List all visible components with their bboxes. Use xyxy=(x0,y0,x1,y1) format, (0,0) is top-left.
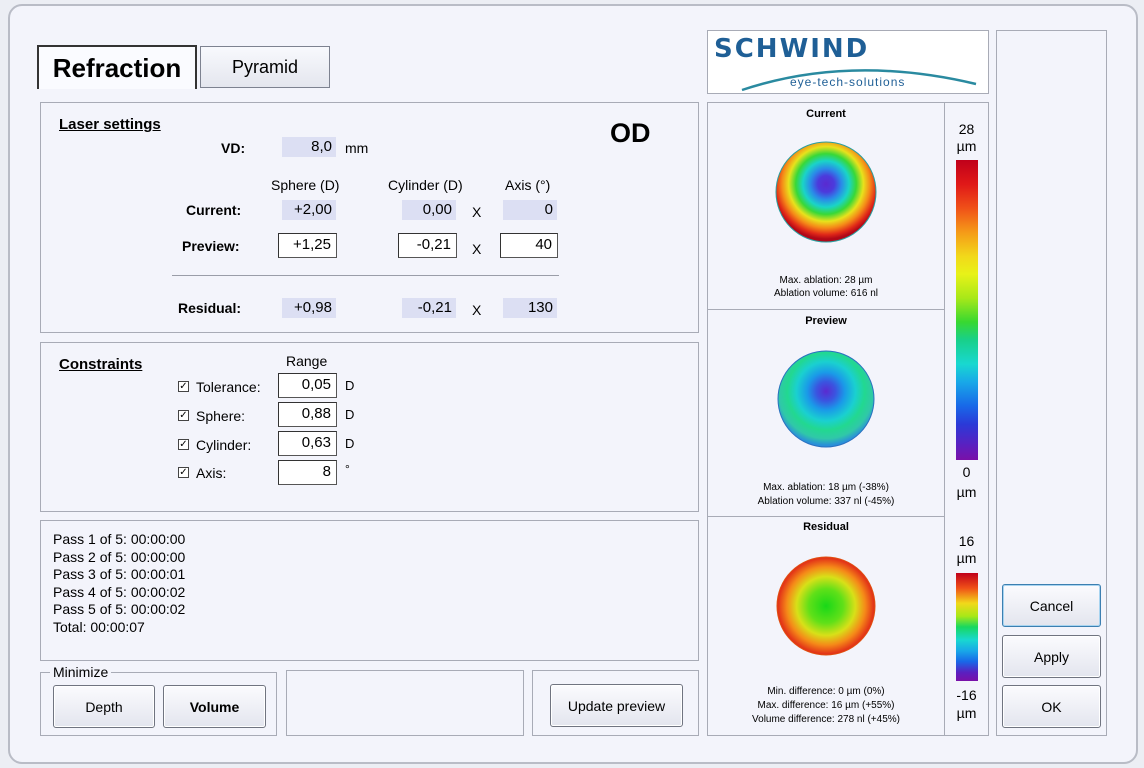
preview-label: Preview: xyxy=(182,238,240,254)
preview-map-line1: Max. ablation: 18 µm (-38%) xyxy=(763,482,889,493)
apply-button-label: Apply xyxy=(1033,648,1070,665)
axis-checkbox[interactable]: ✓ xyxy=(178,467,189,478)
current-ablation-map xyxy=(775,141,877,243)
map-divider-2 xyxy=(707,516,945,517)
minimize-legend: Minimize xyxy=(50,664,112,680)
sphere-unit: D xyxy=(345,407,355,422)
preview-ablation-map xyxy=(777,350,875,448)
preview-sphere-input[interactable]: +1,25 xyxy=(278,233,337,258)
volume-button-label: Volume xyxy=(189,698,240,715)
vd-value: 8,0 xyxy=(282,137,336,157)
scale-bottom-max-unit: µm xyxy=(956,550,977,566)
scale-bottom-colorbar xyxy=(956,573,978,681)
preview-map-title: Preview xyxy=(805,315,847,327)
apply-button[interactable]: Apply xyxy=(1002,635,1101,678)
axis-label: Axis: xyxy=(196,465,227,481)
current-axis: 0 xyxy=(503,200,557,220)
cylinder-input[interactable]: 0,63 xyxy=(278,431,337,456)
residual-label: Residual: xyxy=(178,300,242,316)
residual-map-line1: Min. difference: 0 µm (0%) xyxy=(767,686,885,697)
residual-x: X xyxy=(472,302,482,318)
timing-line: Pass 1 of 5: 00:00:00 xyxy=(53,531,186,547)
scale-bottom-min: -16 xyxy=(956,687,977,703)
axis-unit: ° xyxy=(345,462,350,476)
cylinder-unit: D xyxy=(345,436,355,451)
residual-map-line2: Max. difference: 16 µm (+55%) xyxy=(757,700,895,711)
timing-line: Pass 3 of 5: 00:00:01 xyxy=(53,566,186,582)
current-map-line1: Max. ablation: 28 µm xyxy=(779,275,873,286)
timing-panel: Pass 1 of 5: 00:00:00 Pass 2 of 5: 00:00… xyxy=(40,520,699,661)
tab-refraction-label: Refraction xyxy=(52,52,182,83)
residual-difference-map xyxy=(776,556,876,656)
scale-divider xyxy=(944,102,945,736)
col-cylinder: Cylinder (D) xyxy=(388,177,463,193)
cylinder-label: Cylinder: xyxy=(196,437,252,453)
range-label: Range xyxy=(286,353,328,369)
update-preview-button[interactable]: Update preview xyxy=(550,684,683,727)
preview-map-line2: Ablation volume: 337 nl (-45%) xyxy=(757,496,895,507)
tab-refraction[interactable]: Refraction xyxy=(37,45,197,89)
constraints-heading: Constraints xyxy=(59,356,143,373)
scale-top-max: 28 xyxy=(958,121,975,137)
preview-x: X xyxy=(472,241,482,257)
timing-line: Pass 5 of 5: 00:00:02 xyxy=(53,601,186,617)
residual-cylinder: -0,21 xyxy=(402,298,456,318)
tab-pyramid[interactable]: Pyramid xyxy=(200,46,330,88)
depth-button-label: Depth xyxy=(85,698,123,715)
tab-pyramid-label: Pyramid xyxy=(231,56,298,77)
cylinder-checkbox[interactable]: ✓ xyxy=(178,439,189,450)
residual-sphere: +0,98 xyxy=(282,298,336,318)
current-x: X xyxy=(472,204,482,220)
button-column xyxy=(996,30,1107,736)
residual-map-title: Residual xyxy=(803,521,849,533)
residual-axis: 130 xyxy=(503,298,557,318)
current-sphere: +2,00 xyxy=(282,200,336,220)
sphere-input[interactable]: 0,88 xyxy=(278,402,337,427)
depth-button[interactable]: Depth xyxy=(53,685,155,728)
cancel-button[interactable]: Cancel xyxy=(1002,584,1101,627)
col-sphere: Sphere (D) xyxy=(271,177,340,193)
scale-top-max-unit: µm xyxy=(956,138,977,154)
axis-input[interactable]: 8 xyxy=(278,460,337,485)
tolerance-checkbox[interactable]: ✓ xyxy=(178,381,189,392)
timing-total: Total: 00:00:07 xyxy=(53,618,145,635)
laser-settings-heading: Laser settings xyxy=(59,116,161,133)
logo-tagline: eye-tech-solutions xyxy=(790,75,906,89)
ok-button[interactable]: OK xyxy=(1002,685,1101,728)
scale-top-colorbar xyxy=(956,160,978,460)
eye-indicator: OD xyxy=(610,118,651,148)
cancel-button-label: Cancel xyxy=(1029,597,1074,614)
vd-unit: mm xyxy=(345,140,369,156)
laser-settings-panel xyxy=(40,102,699,333)
tolerance-input[interactable]: 0,05 xyxy=(278,373,337,398)
current-label: Current: xyxy=(186,202,242,218)
empty-panel xyxy=(286,670,524,736)
timing-line: Pass 4 of 5: 00:00:02 xyxy=(53,583,186,600)
preview-cylinder-input[interactable]: -0,21 xyxy=(398,233,457,258)
sphere-label: Sphere: xyxy=(196,408,246,424)
col-axis: Axis (°) xyxy=(505,177,551,193)
scale-bottom-min-unit: µm xyxy=(956,705,977,721)
tolerance-unit: D xyxy=(345,378,355,393)
scale-top-min: 0 xyxy=(962,464,971,480)
ok-button-label: OK xyxy=(1041,698,1062,715)
sphere-checkbox[interactable]: ✓ xyxy=(178,410,189,421)
map-divider-1 xyxy=(707,309,945,310)
volume-button[interactable]: Volume xyxy=(163,685,266,728)
timing-line: Pass 2 of 5: 00:00:00 xyxy=(53,548,186,565)
update-preview-label: Update preview xyxy=(567,697,666,714)
current-map-line2: Ablation volume: 616 nl xyxy=(774,288,878,299)
scale-top-min-unit: µm xyxy=(956,484,977,500)
tolerance-label: Tolerance: xyxy=(196,379,261,395)
residual-map-line3: Volume difference: 278 nl (+45%) xyxy=(752,714,900,725)
scale-bottom-max: 16 xyxy=(958,533,975,549)
current-cylinder: 0,00 xyxy=(402,200,456,220)
vd-label: VD: xyxy=(221,140,246,156)
current-map-title: Current xyxy=(806,108,846,120)
residual-divider xyxy=(172,275,559,276)
preview-axis-input[interactable]: 40 xyxy=(500,233,558,258)
